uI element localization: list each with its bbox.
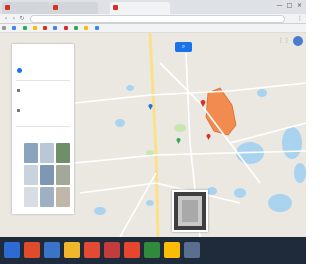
app-icon[interactable] — [124, 242, 140, 258]
divider — [16, 80, 70, 81]
forward-icon[interactable]: › — [11, 15, 17, 22]
browser-tab-active[interactable] — [110, 2, 170, 14]
directions-button[interactable] — [17, 68, 24, 73]
app-icon[interactable] — [104, 242, 120, 258]
bookmark-item[interactable] — [2, 26, 7, 30]
bookmark-icon — [73, 26, 78, 30]
folder-icon[interactable] — [64, 242, 80, 258]
bookmark-icon — [32, 26, 37, 30]
apps-icon — [2, 26, 6, 30]
photo-thumbnail[interactable] — [56, 143, 70, 163]
bookmark-icon — [53, 26, 58, 30]
bookmark-icon — [84, 26, 89, 30]
bookmark-item[interactable] — [84, 26, 89, 30]
back-icon[interactable]: ‹ — [3, 15, 9, 22]
map-pin-icon[interactable] — [206, 133, 211, 140]
map-pin-icon[interactable] — [176, 137, 181, 144]
bookmarks-bar — [0, 24, 306, 33]
app-icon[interactable] — [84, 242, 100, 258]
bookmark-icon — [22, 26, 27, 30]
bookmark-item[interactable] — [12, 26, 17, 30]
bookmark-item[interactable] — [22, 26, 28, 30]
menu-icon[interactable]: ⋮ — [297, 15, 303, 22]
apps-grid-icon[interactable]: ⋮⋮ — [278, 37, 290, 44]
bookmark-item[interactable] — [43, 26, 48, 30]
app-icon[interactable] — [24, 242, 40, 258]
photo-thumbnail[interactable] — [56, 187, 70, 207]
bookmark-item[interactable] — [94, 26, 100, 30]
close-button[interactable]: × — [295, 2, 304, 10]
bookmark-icon — [43, 26, 48, 30]
info-icon — [17, 88, 20, 92]
bookmark-icon — [63, 26, 68, 30]
info-icon — [17, 108, 20, 112]
browser-tab[interactable] — [50, 2, 98, 14]
place-detail — [17, 88, 22, 92]
browser-tab-strip: — □ × — [0, 0, 306, 14]
divider — [16, 126, 70, 127]
photo-thumbnail[interactable] — [40, 143, 54, 163]
photo-thumbnail[interactable] — [24, 165, 38, 185]
minimize-button[interactable]: — — [275, 2, 284, 10]
bookmark-icon — [94, 26, 99, 30]
place-detail — [17, 108, 22, 112]
bookmark-item[interactable] — [63, 26, 69, 30]
bookmark-item[interactable] — [32, 26, 38, 30]
chrome-icon[interactable] — [164, 242, 180, 258]
gmail-icon — [5, 4, 10, 10]
avatar[interactable] — [293, 36, 303, 46]
place-panel — [12, 44, 74, 214]
satellite-thumbnail-inner — [182, 200, 198, 222]
bookmark-icon — [12, 26, 17, 30]
bookmark-item[interactable] — [53, 26, 58, 30]
map-pin-icon[interactable] — [200, 99, 206, 107]
map-pin-icon[interactable] — [148, 103, 153, 110]
browser-tab[interactable] — [2, 2, 50, 14]
reload-icon[interactable]: ↻ — [19, 15, 25, 22]
bookmark-item[interactable] — [73, 26, 79, 30]
search-button[interactable]: ⌕ — [175, 42, 192, 52]
photo-thumbnail[interactable] — [40, 165, 54, 185]
layers-toggle[interactable] — [172, 190, 208, 232]
major-roads — [148, 33, 160, 237]
photo-thumbnail[interactable] — [56, 165, 70, 185]
address-bar[interactable] — [30, 15, 285, 23]
app-icon[interactable] — [184, 242, 200, 258]
start-icon[interactable] — [4, 242, 20, 258]
browser-toolbar: ‹ › ↻ ⋮ — [0, 14, 306, 24]
maximize-button[interactable]: □ — [285, 2, 294, 10]
gmail-icon — [53, 4, 58, 10]
photo-thumbnail[interactable] — [40, 187, 54, 207]
maps-pin-icon — [113, 4, 118, 10]
photo-thumbnail[interactable] — [24, 187, 38, 207]
photo-grid — [24, 143, 70, 209]
photo-thumbnail[interactable] — [24, 143, 38, 163]
app-icon[interactable] — [44, 242, 60, 258]
highlighted-area — [205, 87, 237, 136]
windows-taskbar — [0, 237, 306, 264]
app-icon[interactable] — [144, 242, 160, 258]
directions-icon — [17, 68, 22, 73]
